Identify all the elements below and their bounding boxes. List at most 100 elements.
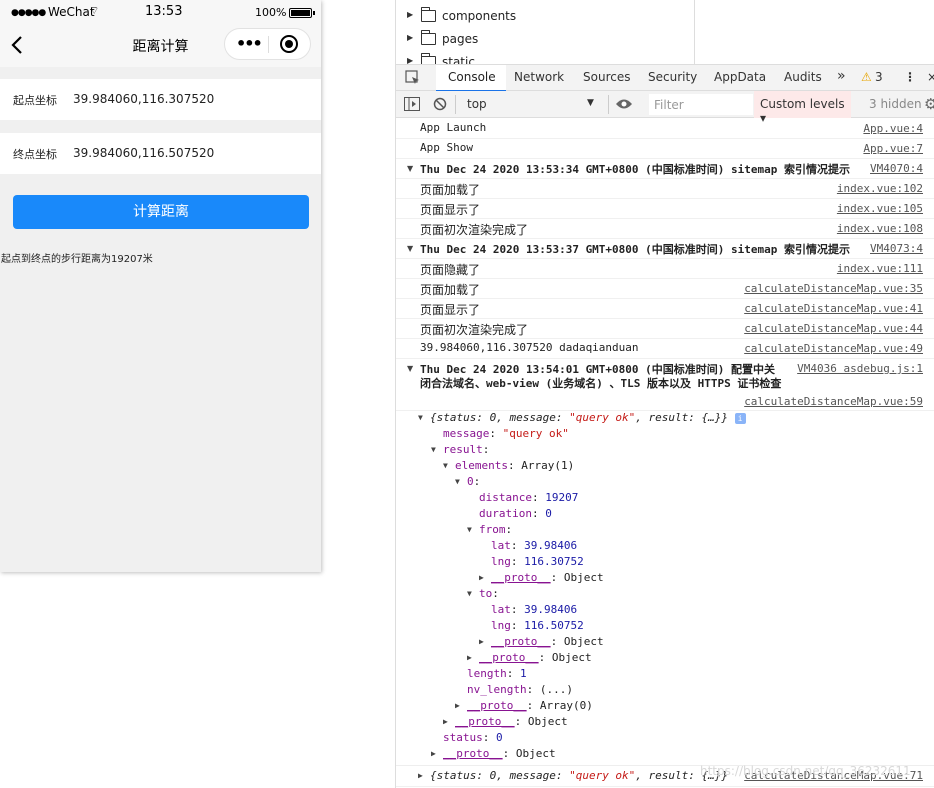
expand-arrow-icon[interactable]: ▶ — [467, 653, 472, 662]
prop-key: nv_length — [467, 683, 527, 696]
close-devtools-icon[interactable]: × — [927, 70, 934, 84]
capsule-divider — [268, 36, 269, 53]
collapse-arrow-icon[interactable]: ▼ — [455, 477, 460, 486]
tree-item-label: static — [442, 55, 475, 64]
expand-arrow-icon[interactable]: ▶ — [431, 749, 436, 758]
log-source-link[interactable]: index.vue:105 — [837, 202, 923, 215]
distance-result-text: 起点到终点的步行距离为19207米 — [1, 254, 153, 265]
collapse-arrow-icon[interactable]: ▼ — [443, 461, 448, 470]
object-summary[interactable]: ▼ {status: 0, message: "query ok", result… — [418, 411, 746, 424]
prop-from-proto[interactable]: ▶ __proto__: Object — [479, 571, 604, 584]
filter-input[interactable]: Filter — [649, 94, 753, 115]
start-coordinate-input[interactable]: 39.984060,116.307520 — [73, 92, 214, 106]
log-source-link[interactable]: App.vue:7 — [863, 142, 923, 155]
console-toolbar: top ▼ Filter Custom levels ▾ 3 hidden ⚙ — [396, 91, 934, 125]
tab-network[interactable]: Network — [514, 70, 564, 84]
expand-arrow-icon[interactable]: ▶ — [443, 717, 448, 726]
log-levels-dropdown[interactable]: Custom levels ▾ — [754, 91, 851, 125]
log-row: 39.984060,116.307520 dadaqianduan calcul… — [396, 339, 934, 359]
clear-console-icon[interactable] — [433, 97, 447, 111]
prop-result-proto[interactable]: ▶ __proto__: Object — [443, 715, 568, 728]
more-tabs-icon[interactable]: » — [837, 68, 846, 84]
tab-audits[interactable]: Audits — [784, 70, 822, 84]
log-source-link[interactable]: calculateDistanceMap.vue:59 — [744, 395, 923, 408]
context-selector[interactable]: top ▼ — [459, 94, 604, 115]
end-coordinate-input[interactable]: 39.984060,116.507520 — [73, 146, 214, 160]
expand-arrow-icon[interactable]: ▶ — [407, 33, 413, 42]
warning-icon[interactable]: ⚠ — [861, 70, 872, 84]
tab-security[interactable]: Security — [648, 70, 697, 84]
log-source-link[interactable]: App.vue:4 — [863, 122, 923, 135]
expand-arrow-icon[interactable]: ▼ — [407, 244, 413, 253]
sidebar-toggle-icon[interactable] — [404, 97, 420, 111]
log-source-link[interactable]: VM4070:4 — [870, 162, 923, 175]
log-source-link[interactable]: VM4073:4 — [870, 242, 923, 255]
prop-array-proto[interactable]: ▶ __proto__: Array(0) — [455, 699, 593, 712]
kebab-menu-icon[interactable]: ⋮ — [904, 70, 916, 84]
log-text: 页面显示了 — [420, 303, 481, 317]
log-row: 页面隐藏了 index.vue:111 — [396, 259, 934, 279]
expand-arrow-icon[interactable]: ▶ — [479, 573, 484, 582]
expand-arrow-icon[interactable]: ▼ — [407, 164, 413, 173]
prop-root-proto[interactable]: ▶ __proto__: Object — [431, 747, 556, 760]
phone-simulator: ●●●●● WeChat ⌔ 13:53 100% 距离计算 ••• 起点坐标 … — [0, 0, 321, 572]
prop-duration: duration: 0 — [479, 507, 552, 520]
inspect-element-icon[interactable] — [405, 70, 421, 86]
more-icon[interactable]: ••• — [236, 34, 263, 53]
tab-appdata[interactable]: AppData — [714, 70, 766, 84]
summary-pre: {status: 0, message: — [430, 769, 570, 782]
log-source-link[interactable]: calculateDistanceMap.vue:49 — [744, 342, 923, 355]
tab-console[interactable]: Console — [436, 65, 506, 92]
log-source-link[interactable]: calculateDistanceMap.vue:35 — [744, 282, 923, 295]
start-coordinate-field[interactable]: 起点坐标 39.984060,116.307520 — [0, 79, 321, 120]
expand-arrow-icon[interactable]: ▶ — [418, 771, 423, 780]
summary-message: "query ok" — [569, 769, 636, 782]
eye-icon[interactable] — [615, 98, 633, 110]
expand-arrow-icon[interactable]: ▶ — [455, 701, 460, 710]
log-source-link[interactable]: VM4036 asdebug.js:1 — [797, 362, 923, 375]
tab-sources[interactable]: Sources — [583, 70, 630, 84]
expand-arrow-icon[interactable]: ▶ — [479, 637, 484, 646]
prop-index-proto[interactable]: ▶ __proto__: Object — [467, 651, 592, 664]
expand-arrow-icon[interactable]: ▶ — [407, 10, 413, 19]
log-text-continued: 闭合法域名、web-view (业务域名) 、TLS 版本以及 HTTPS 证书… — [420, 377, 782, 390]
prop-to[interactable]: ▼ to: — [467, 587, 499, 600]
log-source-link[interactable]: index.vue:108 — [837, 222, 923, 235]
calculate-distance-button[interactable]: 计算距离 — [13, 195, 309, 229]
prop-elements[interactable]: ▼ elements: Array(1) — [443, 459, 574, 472]
prop-from[interactable]: ▼ from: — [467, 523, 512, 536]
gear-icon[interactable]: ⚙ — [924, 95, 934, 113]
collapse-arrow-icon[interactable]: ▼ — [467, 589, 472, 598]
close-mini-program-icon[interactable] — [280, 35, 298, 53]
prop-nv-length[interactable]: nv_length: (...) — [467, 683, 573, 696]
log-group-row[interactable]: ▼ Thu Dec 24 2020 13:54:01 GMT+0800 (中国标… — [396, 359, 934, 411]
prop-value: Object — [563, 571, 604, 584]
prop-value: 116.30752 — [524, 555, 584, 568]
carrier-label: WeChat — [48, 5, 95, 19]
log-group-row[interactable]: ▼ Thu Dec 24 2020 13:53:37 GMT+0800 (中国标… — [396, 239, 934, 259]
prop-to-proto[interactable]: ▶ __proto__: Object — [479, 635, 604, 648]
log-source-link[interactable]: index.vue:111 — [837, 262, 923, 275]
collapse-arrow-icon[interactable]: ▼ — [431, 445, 436, 454]
log-group-row[interactable]: ▼ Thu Dec 24 2020 13:53:34 GMT+0800 (中国标… — [396, 159, 934, 179]
log-text: 页面加载了 — [420, 283, 481, 297]
prop-result[interactable]: ▼ result: — [431, 443, 489, 456]
divider — [608, 95, 609, 114]
clock: 13:53 — [145, 4, 183, 19]
collapse-arrow-icon[interactable]: ▼ — [467, 525, 472, 534]
log-source-link[interactable]: calculateDistanceMap.vue:44 — [744, 322, 923, 335]
expand-arrow-icon[interactable]: ▶ — [407, 56, 413, 64]
object-summary-collapsed[interactable]: ▶ {status: 0, message: "query ok", result… — [418, 769, 728, 782]
warning-count[interactable]: 3 — [875, 70, 883, 84]
end-coordinate-field[interactable]: 终点坐标 39.984060,116.507520 — [0, 133, 321, 174]
log-text: 页面隐藏了 — [420, 263, 481, 277]
prop-key: __proto__ — [491, 635, 551, 648]
expand-arrow-icon[interactable]: ▼ — [407, 364, 413, 373]
prop-key: lng — [491, 555, 511, 568]
log-row: 页面加载了 calculateDistanceMap.vue:35 — [396, 279, 934, 299]
log-source-link[interactable]: index.vue:102 — [837, 182, 923, 195]
log-text: 页面显示了 — [420, 203, 481, 217]
prop-index-0[interactable]: ▼ 0: — [455, 475, 480, 488]
log-source-link[interactable]: calculateDistanceMap.vue:41 — [744, 302, 923, 315]
collapse-arrow-icon[interactable]: ▼ — [418, 413, 423, 422]
